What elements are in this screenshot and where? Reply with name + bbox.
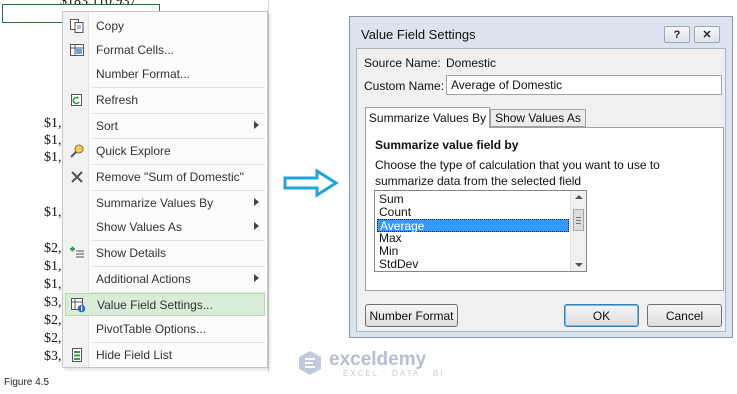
ok-button[interactable]: OK (564, 304, 639, 327)
submenu-arrow-icon (254, 198, 259, 206)
quick-explore-icon (66, 140, 88, 162)
menu-item-label: Hide Field List (96, 347, 173, 362)
cancel-button[interactable]: Cancel (647, 304, 722, 327)
menu-item-value-field-settings[interactable]: Value Field Settings... (65, 293, 265, 316)
list-item[interactable]: Count (377, 206, 569, 219)
menu-item-label: Show Details (96, 245, 167, 260)
cell-value[interactable]: $2, (44, 313, 62, 329)
list-item-selected[interactable]: Average (377, 219, 569, 233)
cell-value[interactable]: $1, (44, 205, 62, 221)
section-heading: Summarize value field by (375, 138, 519, 152)
close-button[interactable]: ✕ (694, 26, 720, 43)
scroll-down-icon[interactable] (575, 263, 583, 267)
watermark: exceldemy EXCEL · DATA · BI (297, 350, 444, 379)
menu-item-label: PivotTable Options... (96, 321, 207, 336)
menu-item-label: Value Field Settings... (97, 297, 213, 312)
menu-item-copy[interactable]: Copy (65, 14, 265, 37)
cell-value[interactable]: $3, (44, 349, 62, 365)
function-listbox[interactable]: Sum Count Average Max Min StdDev (374, 190, 587, 272)
cell-value[interactable]: $1, (44, 277, 62, 293)
menu-item-label: Format Cells... (96, 42, 175, 57)
source-name-value: Domestic (446, 56, 497, 70)
watermark-name: exceldemy (329, 349, 427, 370)
menu-item-label: Remove "Sum of Domestic" (96, 169, 244, 184)
field-list-icon (66, 344, 88, 366)
list-item[interactable]: StdDev (377, 258, 569, 271)
cell-value[interactable]: $1, (44, 259, 62, 275)
refresh-icon (66, 89, 88, 111)
menu-item-pivottable-options[interactable]: PivotTable Options... (65, 317, 265, 340)
summarize-tab-panel: Summarize value field by Choose the type… (365, 127, 724, 291)
cell-value[interactable]: $2, (44, 241, 62, 257)
menu-item-label: Show Values As (96, 219, 182, 234)
scroll-up-icon[interactable] (575, 195, 583, 199)
column-gridline (268, 0, 269, 372)
dialog-titlebar[interactable]: Value Field Settings ? ✕ (350, 17, 732, 47)
cell-value[interactable]: $2, (44, 331, 62, 347)
cell-value[interactable]: $1, (44, 150, 62, 166)
tab-summarize-values-by[interactable]: Summarize Values By (365, 107, 490, 128)
dialog-title: Value Field Settings (361, 27, 476, 42)
watermark-tagline: EXCEL · DATA · BI (343, 369, 445, 378)
format-cells-icon (66, 39, 88, 61)
dialog-client-area: Source Name: Domestic Custom Name: Summa… (356, 48, 726, 332)
cell-value[interactable]: $3, (44, 295, 62, 311)
menu-item-sort[interactable]: Sort (65, 114, 265, 137)
value-field-settings-dialog: Value Field Settings ? ✕ Source Name: Do… (349, 16, 733, 338)
submenu-arrow-icon (254, 121, 259, 129)
figure-label: Figure 4.5 (4, 377, 50, 388)
calculation-description: Choose the type of calculation that you … (375, 158, 660, 188)
tab-show-values-as[interactable]: Show Values As (490, 109, 586, 127)
scroll-thumb[interactable] (573, 209, 584, 231)
listbox-scrollbar[interactable] (570, 191, 586, 271)
menu-item-hide-field-list[interactable]: Hide Field List (65, 343, 265, 366)
menu-item-label: Refresh (96, 92, 139, 107)
menu-item-label: Number Format... (96, 66, 191, 81)
copy-icon (66, 15, 88, 37)
menu-item-show-values-as[interactable]: Show Values As (65, 215, 265, 238)
help-button[interactable]: ? (664, 26, 690, 43)
menu-item-label: Summarize Values By (96, 195, 214, 210)
list-item[interactable]: Max (377, 232, 569, 245)
submenu-arrow-icon (254, 222, 259, 230)
number-format-button[interactable]: Number Format (365, 304, 458, 327)
menu-item-label: Sort (96, 118, 119, 133)
menu-item-additional-actions[interactable]: Additional Actions (65, 267, 265, 290)
cell-value[interactable]: $1, (44, 133, 62, 149)
menu-item-format-cells[interactable]: Format Cells... (65, 38, 265, 61)
show-details-icon (66, 242, 88, 264)
menu-item-quick-explore[interactable]: Quick Explore (65, 139, 265, 162)
custom-name-label: Custom Name: (364, 79, 445, 93)
source-name-label: Source Name: (364, 56, 441, 70)
menu-item-label: Quick Explore (96, 143, 171, 158)
menu-item-label: Copy (96, 18, 125, 33)
exceldemy-logo-icon (297, 350, 323, 379)
cell-value[interactable]: $1, (44, 116, 62, 132)
right-arrow-icon (281, 168, 341, 201)
menu-item-label: Additional Actions (96, 271, 191, 286)
menu-item-number-format[interactable]: Number Format... (65, 62, 265, 85)
remove-x-icon (66, 166, 88, 188)
menu-item-summarize-values-by[interactable]: Summarize Values By (65, 191, 265, 214)
menu-item-refresh[interactable]: Refresh (65, 88, 265, 111)
menu-item-remove-field[interactable]: Remove "Sum of Domestic" (65, 165, 265, 188)
context-menu: Copy Format Cells... Number Format... Re… (62, 11, 268, 368)
custom-name-input[interactable] (446, 75, 722, 95)
value-field-settings-icon (67, 294, 89, 316)
submenu-arrow-icon (254, 274, 259, 282)
menu-item-show-details[interactable]: Show Details (65, 241, 265, 264)
